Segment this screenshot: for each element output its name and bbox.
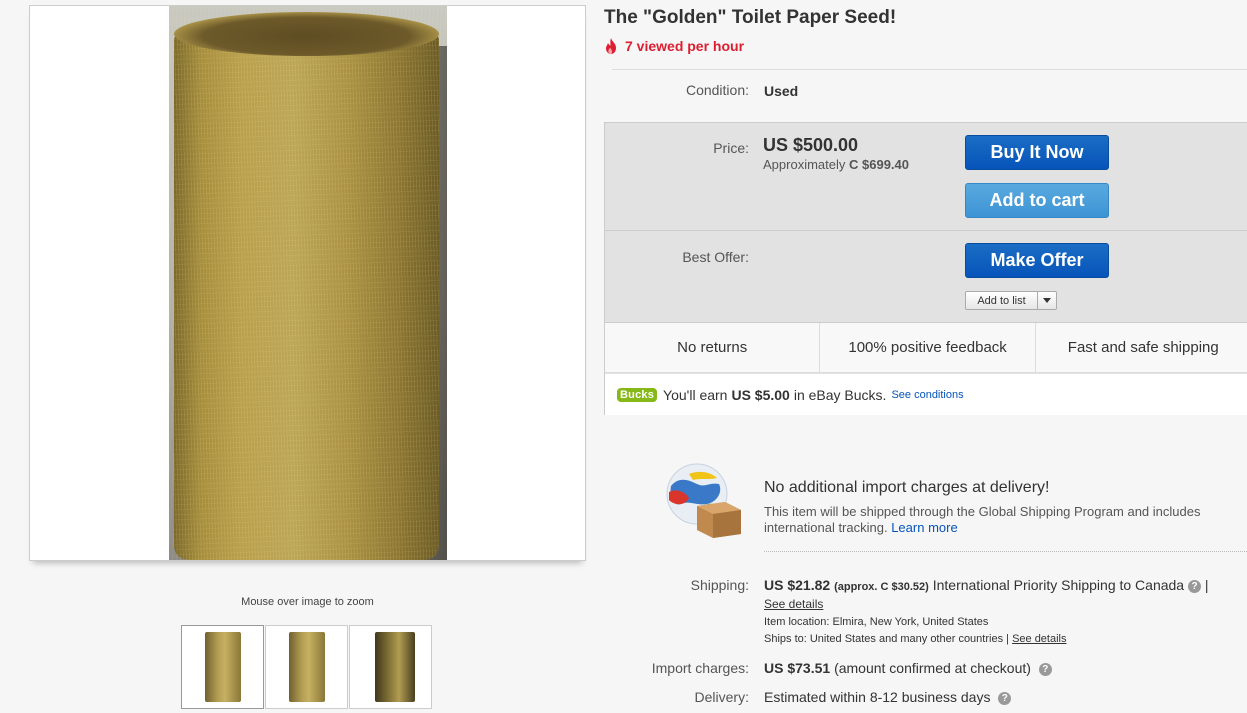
shipping-approx: (approx. C $30.52) [834, 581, 929, 593]
delivery-estimate: Estimated within 8-12 business days [764, 689, 991, 705]
flame-icon [606, 38, 616, 54]
golden-tube-rim [174, 12, 439, 56]
price-approx: Approximately C $699.40 [763, 157, 909, 172]
bucks-badge: Bucks [617, 387, 658, 402]
shipping-value: US $21.82 (approx. C $30.52) Internation… [764, 577, 1209, 593]
thumbnail-strip [181, 625, 432, 709]
help-icon[interactable]: ? [1188, 580, 1201, 593]
ebay-bucks-row: Bucks You'll earn US $5.00 in eBay Bucks… [605, 374, 1247, 415]
import-charges-note: (amount confirmed at checkout) [834, 660, 1031, 676]
feature-fast-shipping: Fast and safe shipping [1067, 339, 1219, 356]
price-approx-value: C $699.40 [849, 157, 909, 172]
item-location: Item location: Elmira, New York, United … [764, 616, 989, 628]
price-approx-prefix: Approximately [763, 157, 846, 172]
thumbnail-image [375, 632, 415, 702]
best-offer-label: Best Offer: [682, 249, 749, 265]
make-offer-button[interactable]: Make Offer [965, 243, 1109, 278]
help-icon[interactable]: ? [998, 692, 1012, 705]
gsp-description-text: This item will be shipped through the Gl… [764, 504, 1201, 535]
price-label: Price: [713, 140, 749, 156]
gsp-title: No additional import charges at delivery… [764, 479, 1050, 496]
shipping-service: International Priority Shipping to Canad… [932, 577, 1185, 593]
feature-positive-feedback: 100% positive feedback [820, 323, 1036, 372]
condition-value: Used [764, 83, 799, 99]
views-text: 7 viewed per hour [625, 38, 745, 54]
purchase-box: Price: US $500.00 Approximately C $699.4… [604, 122, 1247, 415]
price-value: US $500.00 [763, 135, 859, 155]
bucks-amount: US $5.00 [731, 386, 790, 403]
item-title: The "Golden" Toilet Paper Seed! [604, 7, 897, 28]
thumbnail-image [289, 632, 325, 702]
divider [612, 69, 1247, 70]
dotted-divider [764, 551, 1247, 552]
bucks-earn-suffix: in eBay Bucks. [793, 386, 887, 403]
add-to-list-button[interactable]: Add to list [966, 292, 1038, 309]
shipping-cost: US $21.82 [764, 577, 831, 593]
thumbnail-3[interactable] [349, 625, 432, 709]
zoom-hint: Mouse over image to zoom [241, 596, 374, 608]
learn-more-link[interactable]: Learn more [891, 520, 957, 535]
feature-no-returns: No returns [605, 323, 821, 372]
global-shipping-icon [666, 463, 741, 538]
import-charges-amount: US $73.51 [764, 660, 831, 676]
main-image-frame[interactable] [29, 5, 586, 561]
add-to-cart-button[interactable]: Add to cart [965, 183, 1109, 218]
main-product-image[interactable] [169, 6, 447, 560]
import-charges-value: US $73.51 (amount confirmed at checkout)… [764, 660, 1052, 676]
shipping-label: Shipping: [690, 577, 749, 593]
buy-it-now-button[interactable]: Buy It Now [965, 135, 1109, 170]
ships-to-see-details-link[interactable]: See details [1012, 633, 1066, 645]
gsp-description: This item will be shipped through the Gl… [764, 504, 1234, 536]
divider [605, 230, 1247, 231]
condition-label: Condition: [685, 82, 749, 98]
thumbnail-1[interactable] [181, 625, 264, 709]
ships-to-text: Ships to: United States and many other c… [764, 633, 1009, 645]
delivery-label: Delivery: [694, 689, 749, 705]
thumbnail-image [205, 632, 241, 702]
import-charges-label: Import charges: [651, 660, 749, 676]
see-conditions-link[interactable]: See conditions [891, 389, 963, 401]
add-to-list-control: Add to list [965, 291, 1057, 310]
views-indicator: 7 viewed per hour [604, 38, 744, 54]
thumbnail-2[interactable] [265, 625, 348, 709]
caret-down-icon [1043, 298, 1051, 303]
bucks-earn-prefix: You'll earn [663, 386, 728, 403]
golden-tube [174, 34, 439, 560]
shipping-see-details-link[interactable]: See details [764, 597, 823, 611]
delivery-value: Estimated within 8-12 business days ? [764, 689, 1012, 705]
add-to-list-dropdown[interactable] [1038, 292, 1056, 309]
ships-to: Ships to: United States and many other c… [764, 633, 1067, 645]
feature-strip: No returns 100% positive feedback Fast a… [605, 322, 1247, 373]
help-icon[interactable]: ? [1038, 663, 1052, 676]
